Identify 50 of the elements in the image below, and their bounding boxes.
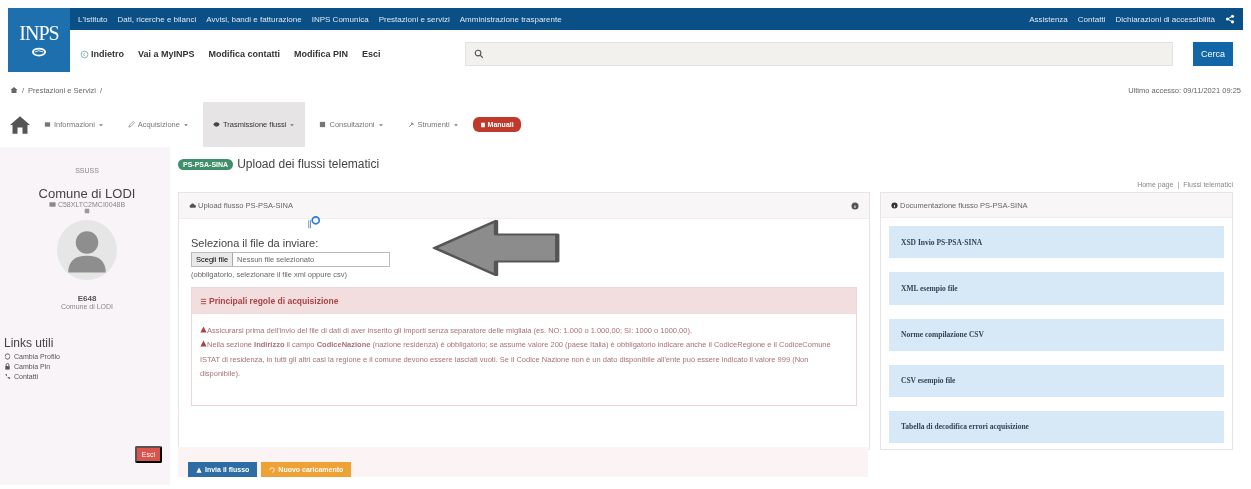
page-title: Upload dei flussi telematici [237, 157, 380, 171]
top-link[interactable]: Prestazioni e servizi [378, 14, 450, 24]
cloud-icon [189, 202, 196, 209]
cursor-icon [307, 215, 321, 229]
search-button[interactable]: Cerca [1193, 42, 1233, 66]
menu-icon [127, 121, 135, 128]
nav-link[interactable]: Esci [362, 49, 381, 59]
caret-icon [97, 121, 104, 128]
link-icon [4, 363, 11, 370]
top-link[interactable]: Amministrazione trasparente [459, 14, 562, 24]
entity-id: E648 [77, 294, 97, 303]
card-icon [48, 201, 56, 208]
top-link[interactable]: Dichiarazioni di accessibilità [1115, 14, 1215, 24]
search-icon [473, 49, 484, 59]
share-icon[interactable] [1225, 14, 1235, 24]
rules-title: Principali regole di acquisizione [192, 288, 856, 314]
link-icon [4, 373, 11, 380]
inps-logo[interactable]: INPS [8, 8, 70, 72]
top-link[interactable]: Assistenza [1029, 14, 1068, 24]
top-link[interactable]: INPS Comunica [311, 14, 369, 24]
top-link[interactable]: L'Istituto [78, 14, 108, 24]
home-icon[interactable] [10, 86, 18, 94]
caret-icon [289, 121, 296, 128]
nav-link[interactable]: Vai a MyINPS [138, 49, 195, 59]
avatar [57, 220, 117, 280]
link-icon [4, 353, 11, 360]
info-icon [891, 201, 898, 209]
field-label: Seleziona il file da inviare: [191, 237, 320, 249]
caret-icon [452, 121, 459, 128]
menu-icon [407, 121, 415, 128]
nav-link[interactable]: Modifica contatti [208, 49, 281, 59]
top-link[interactable]: Avvisi, bandi e fatturazione [206, 14, 302, 24]
top-link[interactable]: Dati, ricerche e bilanci [117, 14, 197, 24]
nav-link[interactable]: Modifica PIN [294, 49, 349, 59]
top-link[interactable]: Contatti [1077, 14, 1106, 24]
links-title: Links utili [4, 336, 55, 350]
list-icon [200, 297, 207, 305]
help-icon[interactable] [851, 201, 859, 210]
button-icon [269, 466, 276, 473]
entity-name: Comune di LODI [38, 186, 136, 201]
button-icon [196, 466, 202, 473]
menu-icon [212, 121, 220, 128]
book-icon [479, 121, 486, 128]
menu-icon [44, 121, 51, 128]
menu-icon [319, 121, 327, 128]
caret-icon [182, 121, 189, 128]
back-icon [80, 49, 89, 59]
nav-link[interactable]: Indietro [80, 49, 124, 59]
caret-icon [377, 121, 384, 128]
home-icon[interactable] [10, 114, 30, 135]
